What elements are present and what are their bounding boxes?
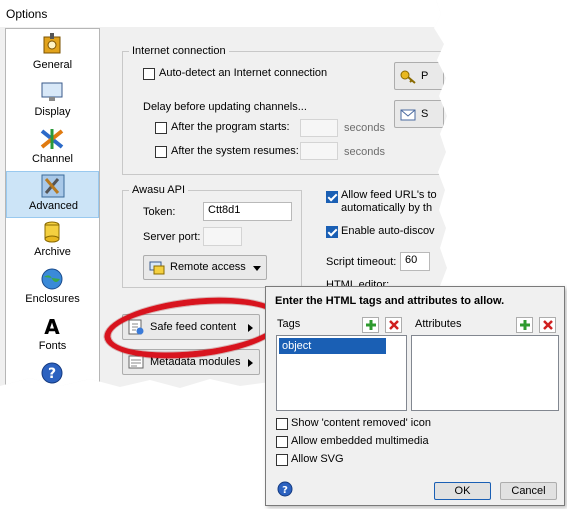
sidebar-item-archive[interactable]: Archive xyxy=(6,218,99,265)
allow-multimedia-label: Allow embedded multimedia xyxy=(291,435,429,447)
tags-label: Tags xyxy=(277,318,301,330)
after-resume-label: After the system resumes: xyxy=(171,145,299,157)
sidebar: General Display Channel Advanced Archive… xyxy=(5,28,100,388)
display-icon xyxy=(41,82,63,101)
enable-auto-discovery-checkbox[interactable] xyxy=(326,226,338,238)
after-start-label: After the program starts: xyxy=(171,121,290,133)
awasu-api-label: Awasu API xyxy=(129,184,188,196)
cancel-button[interactable]: Cancel xyxy=(500,482,557,500)
chevron-right-icon xyxy=(248,359,253,367)
token-label: Token: xyxy=(143,206,176,218)
delete-icon xyxy=(389,320,399,330)
script-timeout-label: Script timeout: xyxy=(326,256,397,268)
email-settings-button[interactable]: S xyxy=(394,100,444,128)
seconds-label-1: seconds xyxy=(344,122,385,134)
safe-feed-popup: Enter the HTML tags and attributes to al… xyxy=(265,286,565,506)
delay-label: Delay before updating channels... xyxy=(143,101,307,113)
plus-icon xyxy=(366,320,376,330)
remote-access-icon xyxy=(149,261,165,275)
window-title: Options xyxy=(6,7,48,21)
autodetect-checkbox[interactable] xyxy=(143,68,155,80)
advanced-icon xyxy=(41,174,65,198)
add-tag-button[interactable] xyxy=(362,317,379,333)
sidebar-item-fonts[interactable]: A Fonts xyxy=(6,312,99,359)
allow-feed-urls-checkbox[interactable] xyxy=(326,191,338,203)
tag-list-item[interactable]: object xyxy=(279,338,386,354)
add-attribute-button[interactable] xyxy=(516,317,533,333)
internet-connection-label: Internet connection xyxy=(129,45,229,57)
delete-icon xyxy=(543,320,553,330)
archive-icon xyxy=(44,221,60,243)
attributes-listbox[interactable] xyxy=(411,335,559,411)
envelope-icon xyxy=(400,109,416,121)
svg-text:A: A xyxy=(44,315,60,338)
plus-icon xyxy=(520,320,530,330)
sidebar-item-general[interactable]: General xyxy=(6,31,99,78)
help-icon[interactable]: ? xyxy=(277,481,293,497)
tags-listbox[interactable]: object xyxy=(276,335,407,411)
key-icon xyxy=(400,70,416,84)
svg-text:?: ? xyxy=(282,485,288,496)
allow-feed-urls-label-1: Allow feed URL's to xyxy=(341,189,437,201)
allow-feed-urls-label-2: automatically by th xyxy=(341,202,433,214)
show-removed-label: Show 'content removed' icon xyxy=(291,417,431,429)
script-timeout-input[interactable]: 60 xyxy=(400,252,430,271)
server-port-label: Server port: xyxy=(143,231,201,243)
token-input[interactable]: Ctt8d1 xyxy=(203,202,292,221)
sidebar-item-help[interactable]: ? xyxy=(6,359,99,388)
enable-auto-discovery-label: Enable auto-discov xyxy=(341,225,435,237)
remote-access-button[interactable]: Remote access xyxy=(143,255,267,280)
after-start-checkbox[interactable] xyxy=(155,122,167,134)
ok-button[interactable]: OK xyxy=(434,482,491,500)
allow-svg-label: Allow SVG xyxy=(291,453,344,465)
general-icon xyxy=(43,33,61,54)
sidebar-item-advanced[interactable]: Advanced xyxy=(6,171,99,218)
allow-multimedia-checkbox[interactable] xyxy=(276,436,288,448)
show-removed-checkbox[interactable] xyxy=(276,418,288,430)
svg-text:?: ? xyxy=(48,366,56,382)
delete-tag-button[interactable] xyxy=(385,317,402,333)
seconds-label-2: seconds xyxy=(344,146,385,158)
help-icon: ? xyxy=(41,362,63,384)
after-resume-checkbox[interactable] xyxy=(155,146,167,158)
server-port-input[interactable] xyxy=(203,227,242,246)
sidebar-item-enclosures[interactable]: Enclosures xyxy=(6,265,99,312)
title-bar: Options xyxy=(0,0,447,27)
delete-attribute-button[interactable] xyxy=(539,317,556,333)
popup-heading: Enter the HTML tags and attributes to al… xyxy=(275,295,505,307)
sidebar-item-channel[interactable]: Channel xyxy=(6,125,99,172)
fonts-icon: A xyxy=(44,315,60,338)
allow-svg-checkbox[interactable] xyxy=(276,454,288,466)
proxy-button[interactable]: P xyxy=(394,62,444,90)
after-start-seconds-input[interactable] xyxy=(300,119,338,137)
after-resume-seconds-input[interactable] xyxy=(300,142,338,160)
chevron-down-icon xyxy=(253,266,261,271)
sidebar-item-display[interactable]: Display xyxy=(6,78,99,125)
enclosures-icon xyxy=(41,268,63,290)
channel-icon xyxy=(40,129,64,149)
autodetect-label: Auto-detect an Internet connection xyxy=(159,67,328,79)
attributes-label: Attributes xyxy=(415,318,462,330)
